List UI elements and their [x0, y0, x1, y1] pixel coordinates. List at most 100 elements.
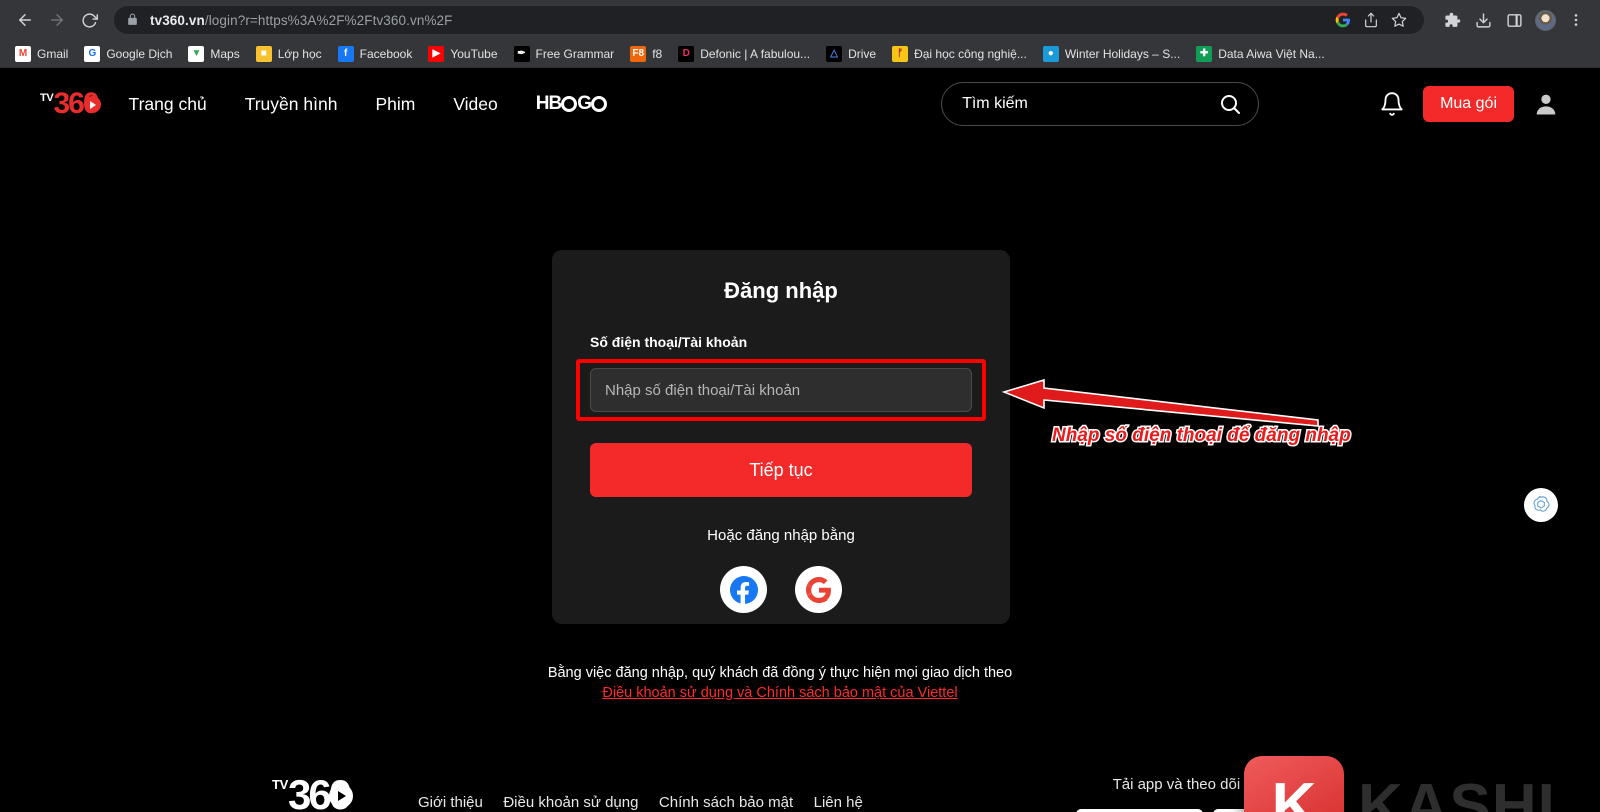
bookmark-star-icon[interactable] [1386, 7, 1412, 33]
bookmark-favicon-icon: f [337, 45, 354, 62]
toolbar-actions [1438, 6, 1590, 34]
bookmark-favicon-icon: ▼ [188, 45, 205, 62]
bookmark-label: Data Aiwa Việt Na... [1218, 46, 1325, 61]
bookmark-item[interactable]: ✒ Free Grammar [507, 43, 622, 65]
openai-logo-icon[interactable] [1524, 488, 1558, 522]
footer-link-about[interactable]: Giới thiệu [418, 794, 483, 811]
url-path: /login?r=https%3A%2F%2Ftv360.vn%2F [204, 12, 453, 28]
notification-bell-icon[interactable] [1379, 91, 1405, 117]
main-nav: Trang chủ Truyền hình Phim Video HB G [129, 93, 607, 115]
footer-link-privacy[interactable]: Chính sách bảo mật [659, 794, 793, 811]
login-card: Đăng nhập Số điện thoại/Tài khoản Tiếp t… [552, 250, 1010, 624]
forward-button[interactable] [42, 5, 72, 35]
phone-field-label: Số điện thoại/Tài khoản [590, 334, 748, 350]
annotation-text: Nhập số điện thoại để đăng nhập [1051, 424, 1353, 448]
nav-item-tv[interactable]: Truyền hình [245, 94, 338, 115]
phone-input[interactable] [590, 368, 972, 412]
bookmark-item[interactable]: ᚠ Đại học công nghiệ... [885, 43, 1034, 65]
bookmark-label: Facebook [359, 46, 413, 61]
search-input[interactable]: Tìm kiếm [962, 95, 1218, 113]
bookmark-item[interactable]: f Facebook [331, 43, 420, 65]
search-bar[interactable]: Tìm kiếm [941, 82, 1260, 126]
kashi-mark-letter: K [1271, 771, 1317, 812]
bookmark-item[interactable]: △ Drive [819, 43, 883, 65]
footer-link-contact[interactable]: Liên hệ [814, 794, 863, 811]
bookmark-item[interactable]: ● Winter Holidays – S... [1036, 43, 1187, 65]
bookmark-favicon-icon: ● [1042, 45, 1059, 62]
footer-logo: TV 360 [272, 774, 354, 812]
bookmark-item[interactable]: D Defonic | A fabulou... [671, 43, 817, 65]
back-button[interactable] [10, 5, 40, 35]
bookmark-favicon-icon: G [84, 45, 101, 62]
bookmark-item[interactable]: F8 f8 [623, 43, 669, 65]
bookmark-label: Đại học công nghiệ... [914, 46, 1027, 61]
extensions-icon[interactable] [1438, 6, 1466, 34]
chrome-menu-icon[interactable] [1562, 6, 1590, 34]
terms-line-1: Bằng việc đăng nhập, quý khách đã đồng ý… [547, 665, 950, 681]
search-icon[interactable] [1218, 92, 1242, 116]
kashi-wordmark: KASHI [1358, 771, 1556, 812]
bookmark-label: Gmail [37, 46, 69, 61]
nav-item-video[interactable]: Video [453, 94, 497, 115]
continue-button[interactable]: Tiếp tục [590, 443, 972, 497]
footer-link-terms[interactable]: Điều khoản sử dụng [503, 794, 638, 811]
bookmark-favicon-icon: ᚠ [892, 45, 909, 62]
header-actions: Mua gói [1379, 86, 1560, 122]
bookmark-item[interactable]: ■ Lớp học [249, 43, 329, 65]
social-login-row [590, 566, 972, 613]
site-header: TV 360 Trang chủ Truyền hình Phim Video … [0, 68, 1600, 140]
logo-tv-text: TV [40, 92, 54, 104]
reload-button[interactable] [74, 5, 104, 35]
url-domain: tv360.vn [150, 12, 205, 28]
buy-package-button[interactable]: Mua gói [1423, 86, 1514, 122]
terms-link[interactable]: Điều khoản sử dụng và Chính sách bảo mật… [602, 685, 957, 701]
bookmarks-bar: M Gmail G Google Dịch ▼ Maps ■ Lớp học f Facebook… [0, 40, 1600, 68]
share-icon[interactable] [1358, 7, 1384, 33]
bookmark-favicon-icon: △ [826, 45, 843, 62]
nav-item-home[interactable]: Trang chủ [129, 94, 207, 115]
terms-text: Bằng việc đăng nhập, quý khách đã đồng ý… [540, 664, 1020, 703]
bookmark-item[interactable]: M Gmail [8, 43, 75, 65]
nav-item-movies[interactable]: Phim [375, 94, 415, 115]
facebook-login-button[interactable] [720, 566, 767, 613]
or-login-with-label: Hoặc đăng nhập bằng [707, 527, 855, 544]
phone-input-highlight [576, 359, 986, 421]
footer-play-icon [329, 783, 354, 808]
browser-chrome: tv360.vn/login?r=https%3A%2F%2Ftv360.vn%… [0, 0, 1600, 68]
bookmark-item[interactable]: G Google Dịch [77, 43, 179, 65]
bookmark-favicon-icon: ▶ [428, 45, 445, 62]
logo-360-text: 360 [53, 89, 101, 119]
bookmark-favicon-icon: ■ [255, 45, 272, 62]
bookmark-favicon-icon: D [678, 45, 695, 62]
bookmark-label: Drive [848, 46, 877, 61]
bookmark-label: Winter Holidays – S... [1064, 46, 1181, 61]
search-container: Tìm kiếm [941, 82, 1260, 126]
side-panel-icon[interactable] [1500, 6, 1528, 34]
kashi-mark-icon: K [1244, 756, 1344, 812]
footer-logo-360-text: 360 [288, 774, 354, 812]
tv360-logo[interactable]: TV 360 [40, 89, 101, 119]
user-account-icon[interactable] [1532, 90, 1560, 118]
google-icon[interactable] [1330, 7, 1356, 33]
downloads-icon[interactable] [1469, 6, 1497, 34]
bookmark-item[interactable]: ▼ Maps [181, 43, 246, 65]
google-login-button[interactable] [795, 566, 842, 613]
nav-item-hbo-go[interactable]: HB G [536, 93, 607, 115]
address-bar[interactable]: tv360.vn/login?r=https%3A%2F%2Ftv360.vn%… [114, 6, 1424, 34]
bookmark-label: Google Dịch [106, 46, 173, 61]
footer-links: Giới thiệu Điều khoản sử dụng Chính sách… [418, 790, 888, 812]
bookmark-label: f8 [652, 46, 663, 61]
bookmark-label: Lớp học [277, 46, 322, 61]
bookmark-item[interactable]: ✚ Data Aiwa Việt Na... [1189, 43, 1332, 65]
bookmark-item[interactable]: ▶ YouTube [421, 43, 504, 65]
terms-line-2-prefix: dịch theo [953, 665, 1013, 681]
bookmark-favicon-icon: F8 [630, 45, 647, 62]
bookmark-label: Maps [210, 46, 240, 61]
tv360-page: TV 360 Trang chủ Truyền hình Phim Video … [0, 68, 1600, 812]
profile-avatar[interactable] [1531, 6, 1559, 34]
bookmark-label: Free Grammar [535, 46, 615, 61]
url-text: tv360.vn/login?r=https%3A%2F%2Ftv360.vn%… [150, 13, 453, 28]
play-icon [83, 96, 101, 113]
bookmark-label: Defonic | A fabulou... [700, 46, 811, 61]
browser-toolbar: tv360.vn/login?r=https%3A%2F%2Ftv360.vn%… [0, 0, 1600, 40]
